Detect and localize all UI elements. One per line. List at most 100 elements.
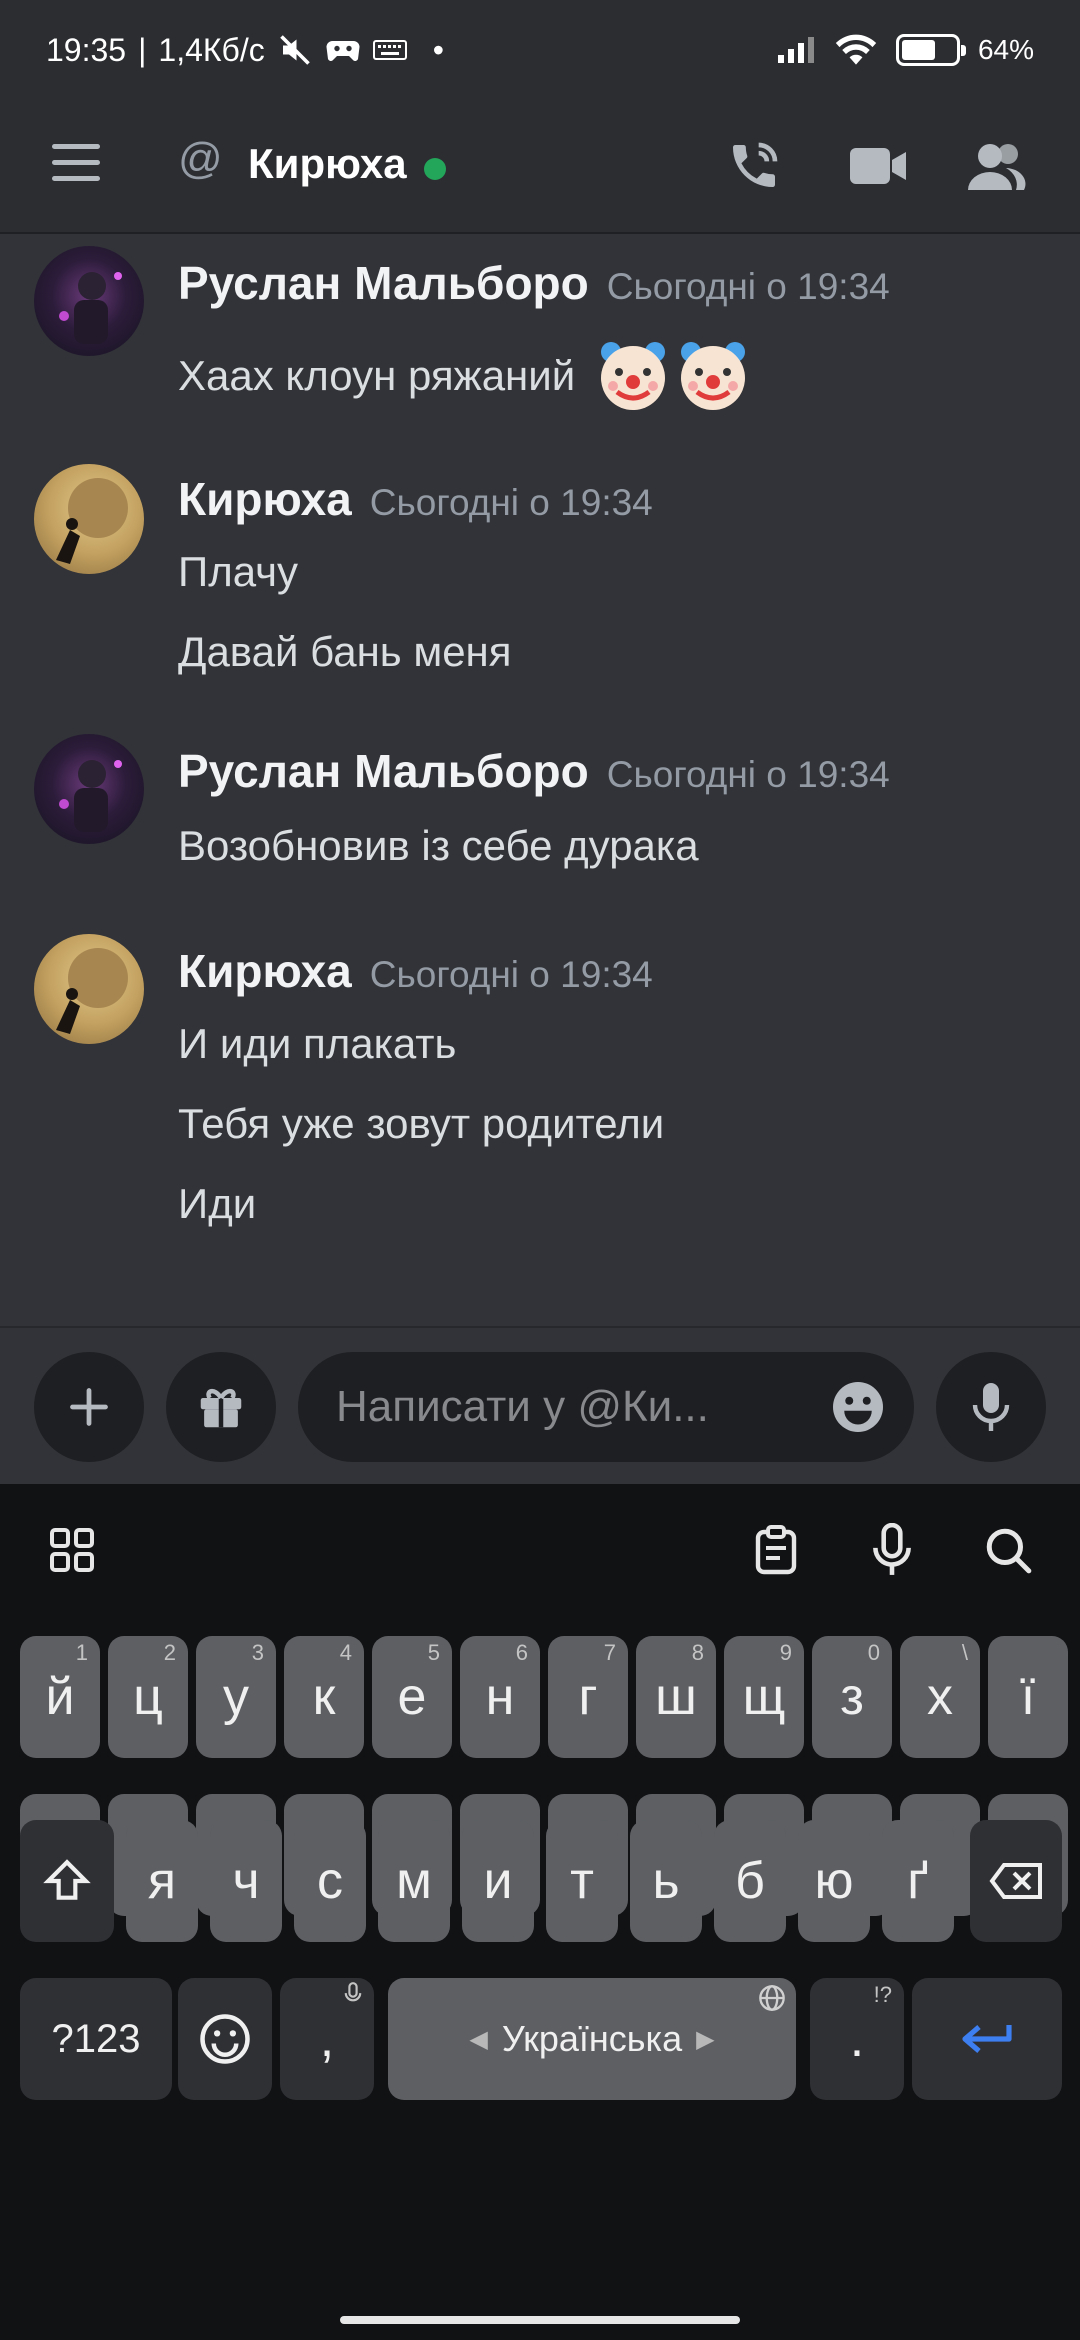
voice-message-button[interactable] [936, 1352, 1046, 1462]
page-title[interactable]: Кирюха [248, 140, 407, 188]
key-label: м [396, 1852, 432, 1910]
key-label: ґ [907, 1852, 929, 1910]
comma-key-label: , [319, 2010, 335, 2068]
members-button[interactable] [960, 130, 1032, 202]
key-г[interactable]: г7 [548, 1636, 628, 1758]
key-label: т [570, 1852, 594, 1910]
mute-icon [277, 32, 313, 68]
battery-percent: 64% [977, 34, 1034, 65]
message-text: И иди плакать [178, 1020, 457, 1067]
key-н[interactable]: н6 [460, 1636, 540, 1758]
attach-button[interactable] [34, 1352, 144, 1462]
message-input-placeholder: Написати у @Ки... [336, 1382, 709, 1431]
emoji-key[interactable] [178, 1978, 272, 2100]
key-с[interactable]: с [294, 1820, 366, 1942]
gift-button[interactable] [166, 1352, 276, 1462]
key-ч[interactable]: ч [210, 1820, 282, 1942]
key-я[interactable]: я [126, 1820, 198, 1942]
key-з[interactable]: з0 [812, 1636, 892, 1758]
key-hint: 0 [867, 1640, 880, 1665]
status-time: 19:35 [46, 31, 127, 68]
voice-input-icon[interactable] [862, 1520, 922, 1580]
key-label: ц [133, 1668, 163, 1726]
message-text: Тебя уже зовут родители [178, 1100, 665, 1147]
key-hint: 7 [603, 1640, 616, 1665]
clipboard-icon[interactable] [746, 1520, 806, 1580]
message-author[interactable]: Кирюха Сьогодні о 19:34 [178, 944, 653, 998]
message-timestamp: Сьогодні о 19:34 [369, 954, 653, 995]
key-ї[interactable]: ї [988, 1636, 1068, 1758]
at-icon: @ [178, 134, 223, 183]
key-label: й [45, 1668, 75, 1726]
key-ь[interactable]: ь [630, 1820, 702, 1942]
status-bar: 19:35 | 1,4Кб/с • 64% [0, 0, 1080, 100]
key-б[interactable]: б [714, 1820, 786, 1942]
message-list[interactable]: Руслан Мальборо Сьогодні о 19:34 Хаах кло… [0, 236, 1080, 1324]
key-м[interactable]: м [378, 1820, 450, 1942]
message-text: Иди [178, 1180, 257, 1227]
key-ц[interactable]: ц2 [108, 1636, 188, 1758]
key-label: ш [655, 1668, 697, 1726]
key-щ[interactable]: щ9 [724, 1636, 804, 1758]
period-key[interactable]: !? . [810, 1978, 904, 2100]
message-timestamp: Сьогодні о 19:34 [369, 482, 653, 523]
mic-hint-icon [344, 1982, 362, 2012]
enter-key[interactable] [912, 1978, 1062, 2100]
message-author[interactable]: Руслан Мальборо Сьогодні о 19:34 [178, 256, 890, 310]
battery-icon [895, 34, 966, 66]
period-key-hint: !? [873, 1982, 892, 2007]
avatar[interactable] [34, 246, 144, 356]
key-х[interactable]: х \ [900, 1636, 980, 1758]
space-key[interactable]: ◀ Українська ▶ [388, 1978, 796, 2100]
emoji-button[interactable] [828, 1377, 888, 1448]
voice-call-button[interactable] [718, 130, 790, 202]
key-label: я [147, 1852, 177, 1910]
message-composer: Написати у @Ки... [0, 1326, 1080, 1486]
network-speed: 1,4Кб/с [158, 31, 265, 68]
message-input[interactable]: Написати у @Ки... [298, 1352, 914, 1462]
key-hint: 4 [339, 1640, 352, 1665]
key-т[interactable]: т [546, 1820, 618, 1942]
key-label: х [927, 1668, 953, 1726]
menu-button[interactable] [48, 142, 108, 192]
backspace-key[interactable] [970, 1820, 1062, 1942]
symbols-key[interactable]: ?123 [20, 1978, 172, 2100]
avatar[interactable] [34, 464, 144, 574]
home-indicator[interactable] [340, 2316, 740, 2324]
keyboard-search-icon[interactable] [978, 1520, 1038, 1580]
key-label: к [312, 1668, 336, 1726]
key-й[interactable]: й1 [20, 1636, 100, 1758]
key-е[interactable]: е5 [372, 1636, 452, 1758]
avatar[interactable] [34, 934, 144, 1044]
arrow-right-icon: ▶ [696, 2025, 715, 2053]
key-label: с [317, 1852, 343, 1910]
key-label: и [483, 1852, 513, 1910]
avatar[interactable] [34, 734, 144, 844]
channel-header: @ Кирюха [0, 100, 1080, 234]
key-ш[interactable]: ш8 [636, 1636, 716, 1758]
key-label: ь [652, 1852, 680, 1910]
key-hint: 8 [691, 1640, 704, 1665]
key-ґ[interactable]: ґ [882, 1820, 954, 1942]
key-label: г [578, 1668, 598, 1726]
online-status-indicator [424, 158, 446, 180]
gamepad-icon [325, 35, 361, 65]
key-ю[interactable]: ю [798, 1820, 870, 1942]
shift-key[interactable] [20, 1820, 114, 1942]
arrow-left-icon: ◀ [469, 2025, 488, 2053]
globe-icon [758, 1984, 786, 2018]
comma-key[interactable]: , [280, 1978, 374, 2100]
key-к[interactable]: к4 [284, 1636, 364, 1758]
key-label: н [485, 1668, 515, 1726]
video-call-button[interactable] [842, 130, 914, 202]
key-label: з [840, 1668, 864, 1726]
key-и[interactable]: и [462, 1820, 534, 1942]
key-у[interactable]: у3 [196, 1636, 276, 1758]
message-author[interactable]: Кирюха Сьогодні о 19:34 [178, 472, 653, 526]
space-key-label: Українська [501, 2018, 683, 2059]
key-label: е [397, 1668, 427, 1726]
key-hint: 3 [251, 1640, 264, 1665]
keyboard-status-icon [372, 39, 407, 61]
apps-grid-icon[interactable] [42, 1520, 102, 1580]
message-author[interactable]: Руслан Мальборо Сьогодні о 19:34 [178, 744, 890, 798]
